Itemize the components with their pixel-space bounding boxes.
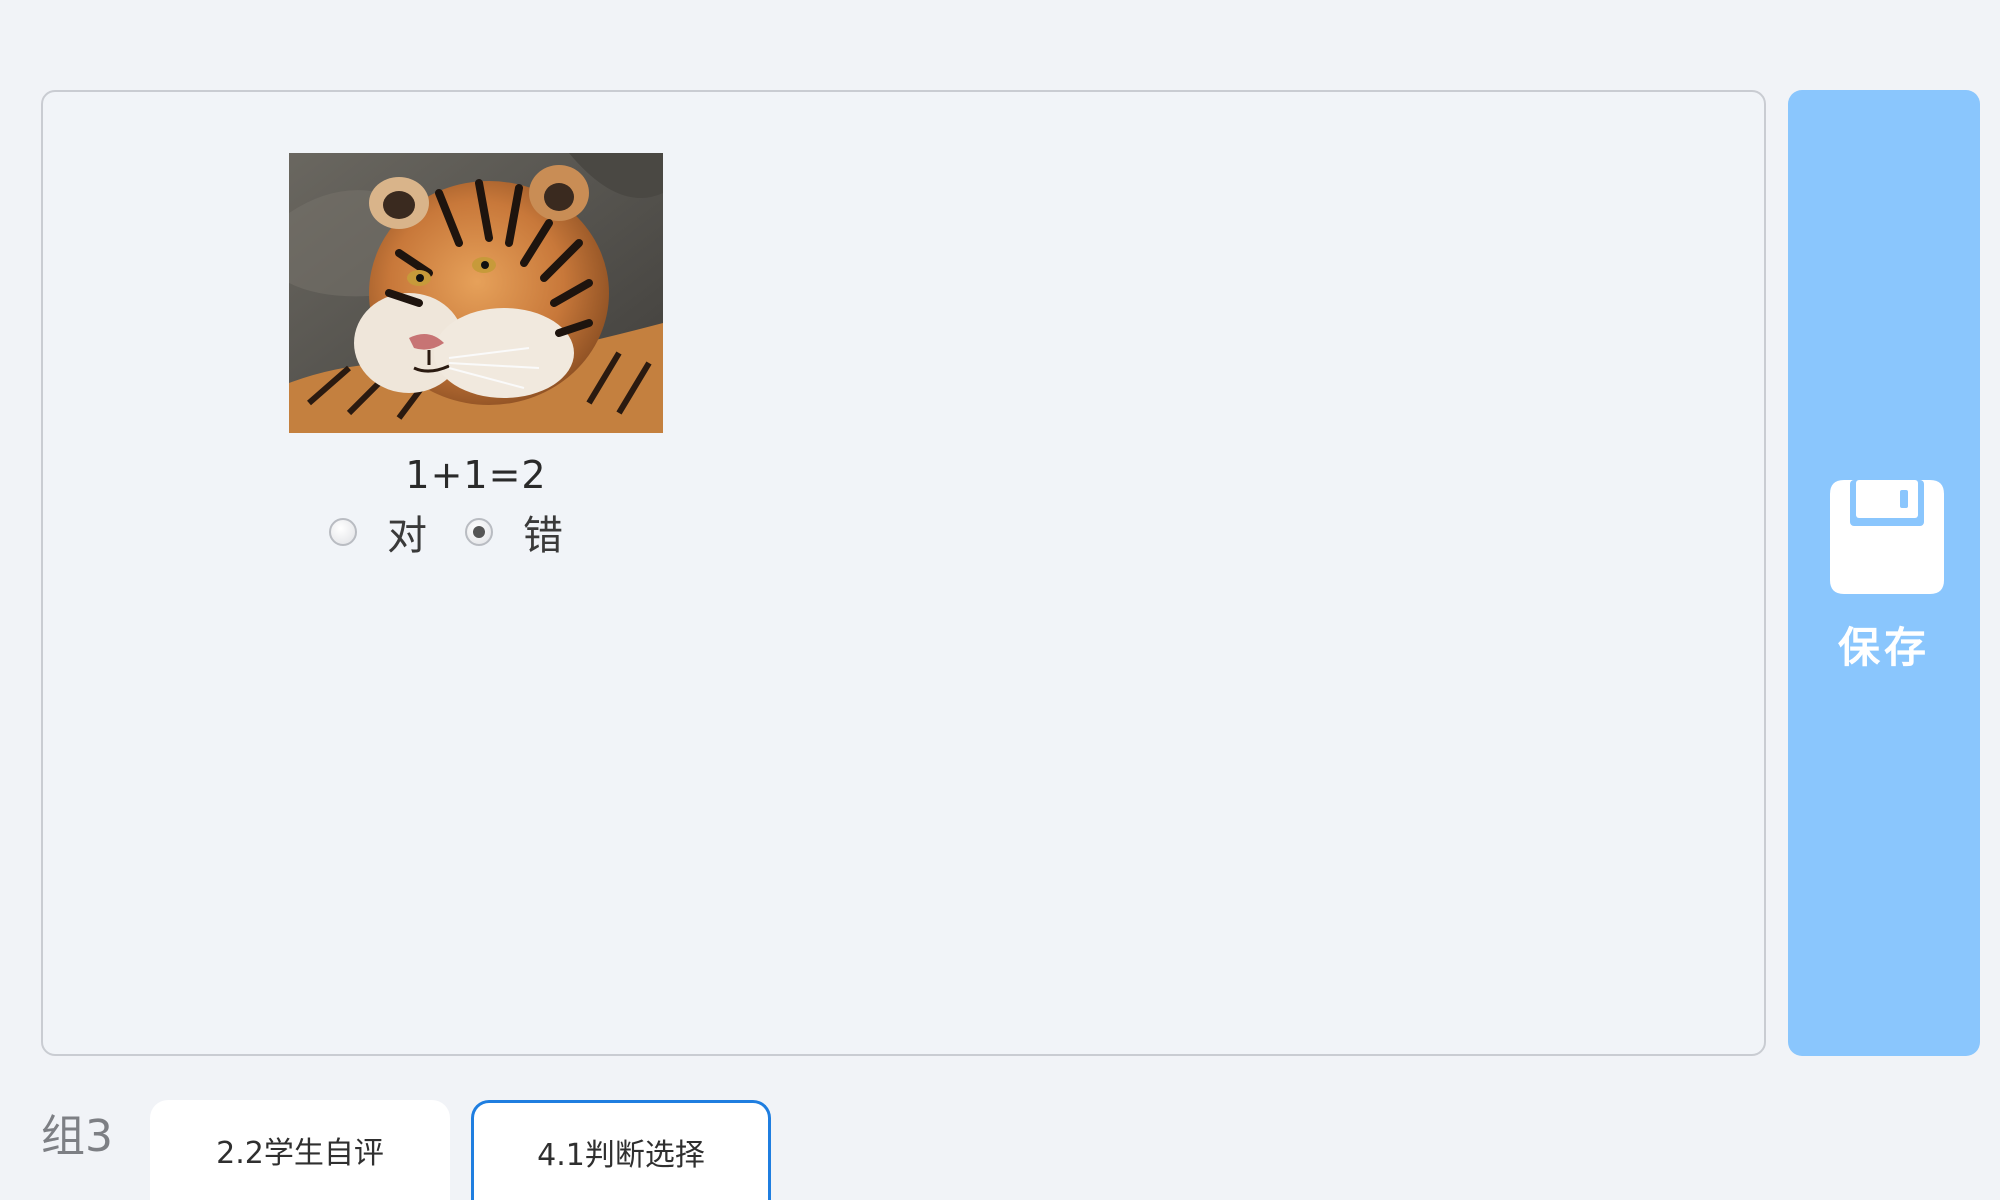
radio-button-false[interactable] bbox=[465, 518, 493, 546]
question-panel: 1+1=2 对 错 bbox=[41, 90, 1766, 1056]
option-label-false: 错 bbox=[523, 513, 563, 559]
question-text: 1+1=2 bbox=[405, 453, 547, 497]
save-label: 保存 bbox=[1837, 623, 1930, 672]
option-false[interactable]: 错 bbox=[465, 503, 563, 561]
tab-label: 4.1判断选择 bbox=[537, 1137, 705, 1173]
save-button[interactable]: 保存 bbox=[1788, 90, 1980, 1056]
floppy-disk-icon bbox=[1830, 480, 1944, 594]
tab-self-evaluation[interactable]: 2.2学生自评 bbox=[150, 1100, 450, 1200]
tiger-image bbox=[289, 153, 663, 433]
group-label: 组3 bbox=[41, 1111, 113, 1162]
radio-button-true[interactable] bbox=[329, 518, 357, 546]
tab-label: 2.2学生自评 bbox=[216, 1136, 384, 1171]
option-true[interactable]: 对 bbox=[329, 503, 427, 561]
tab-true-false-question[interactable]: 4.1判断选择 bbox=[471, 1100, 771, 1200]
answer-options: 对 错 bbox=[329, 503, 601, 561]
screen: 1+1=2 对 错 保存 组3 2.2学生自评 4.1判断选择 bbox=[0, 0, 2000, 1200]
option-label-true: 对 bbox=[387, 513, 427, 559]
question-image bbox=[289, 153, 663, 433]
